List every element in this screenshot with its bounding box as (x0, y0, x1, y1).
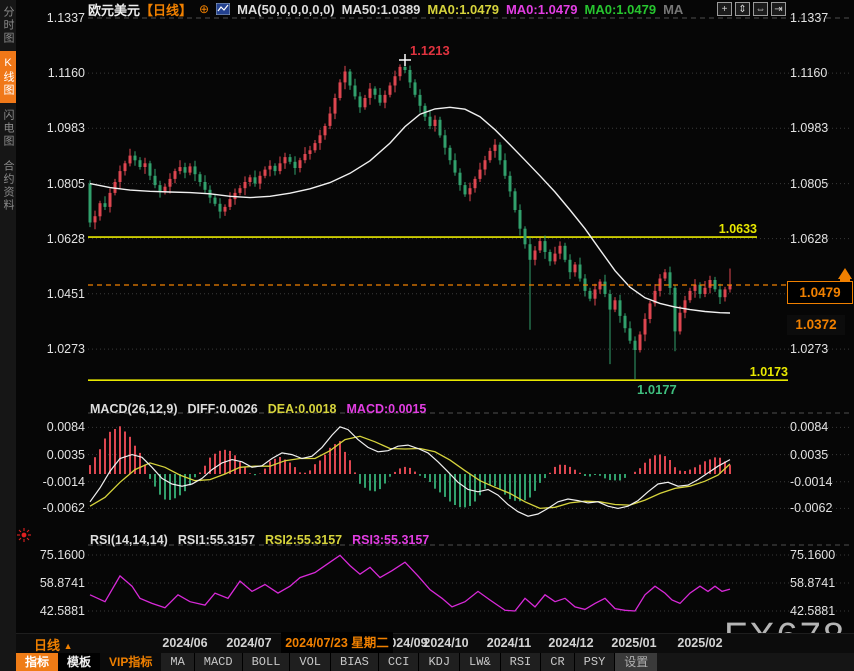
date-label: 2025/01 (611, 636, 656, 650)
ma0-value-magenta: MA0:1.0479 (506, 2, 578, 17)
axis-label: 58.8741 (22, 576, 85, 590)
level-label: 1.0173 (725, 365, 788, 379)
low-price-annotation: 1.0177 (637, 382, 677, 397)
axis-label: 75.1600 (790, 548, 852, 562)
toolbar-tab-RSI[interactable]: RSI (501, 653, 542, 671)
chart-view-controls: +⇕⇔⇥ (717, 2, 786, 16)
indicator-chart-icon[interactable] (216, 3, 230, 15)
sidebar: 分时图K线图闪电图合约资料 (0, 0, 16, 671)
axis-label: 1.0273 (22, 342, 85, 356)
axis-label: 1.0805 (790, 177, 852, 191)
macd-value: MACD:0.0015 (347, 402, 427, 416)
high-price-annotation: 1.1213 (410, 43, 450, 58)
move-chart-icon[interactable]: + (717, 2, 732, 16)
axis-label: 75.1600 (22, 548, 85, 562)
axis-label: 1.0983 (22, 121, 85, 135)
ma-placeholder: MA (663, 2, 683, 17)
bottom-toolbar: 指标模板VIP指标MAMACDBOLLVOLBIASCCIKDJLW&RSICR… (16, 653, 854, 671)
toolbar-tab-PSY[interactable]: PSY (575, 653, 616, 671)
axis-label: 1.1337 (22, 11, 85, 25)
ma0-value-green: MA0:1.0479 (585, 2, 657, 17)
axis-label: 1.0273 (790, 342, 852, 356)
date-label: 2024/06 (162, 636, 207, 650)
axis-label: 1.1337 (790, 11, 852, 25)
toolbar-tab-设置[interactable]: 设置 (615, 653, 657, 671)
toolbar-tab-BIAS[interactable]: BIAS (331, 653, 379, 671)
axis-label: 1.1160 (22, 66, 85, 80)
sidebar-tab-分时图[interactable]: 分时图 (0, 0, 16, 51)
toolbar-tab-模板[interactable]: 模板 (58, 653, 100, 671)
sidebar-tab-合约资料[interactable]: 合约资料 (0, 154, 16, 218)
axis-label: -0.0014 (22, 475, 85, 489)
rsi-header: RSI(14,14,14) RSI1:55.3157 RSI2:55.3157 … (90, 533, 429, 547)
macd-settings-label: MACD(26,12,9) (90, 402, 178, 416)
date-label: 2024/11 (487, 636, 532, 650)
level-label: 1.0633 (694, 222, 757, 236)
macd-dea-value: DEA:0.0018 (268, 402, 337, 416)
toolbar-tab-CCI[interactable]: CCI (379, 653, 420, 671)
scale-vertical-icon[interactable]: ⇕ (735, 2, 750, 16)
toolbar-tab-LW&[interactable]: LW& (460, 653, 501, 671)
xaxis-row: 日线 ▲ 2024/062024/072024/082024/092024/10… (16, 633, 854, 654)
sidebar-tab-闪电图[interactable]: 闪电图 (0, 103, 16, 154)
add-indicator-icon[interactable]: ⊕ (199, 2, 209, 16)
date-label: 2024/12 (548, 636, 593, 650)
date-label: 2025/02 (677, 636, 722, 650)
axis-label: 1.0451 (22, 287, 85, 301)
ma0-value-yellow: MA0:1.0479 (427, 2, 499, 17)
axis-label: 0.0084 (790, 420, 852, 434)
ma-settings-label: MA(50,0,0,0,0,0) (237, 2, 335, 17)
axis-label: 1.0983 (790, 121, 852, 135)
axis-label: 42.5881 (22, 604, 85, 618)
price-tag-box: 1.0372 (787, 315, 845, 335)
axis-label: -0.0062 (22, 501, 85, 515)
rsi-settings-label: RSI(14,14,14) (90, 533, 168, 547)
rsi1-value: RSI1:55.3157 (178, 533, 255, 547)
period-tag: 【日线】 (140, 3, 192, 18)
toolbar-tab-MA[interactable]: MA (161, 653, 194, 671)
axis-label: 1.0805 (22, 177, 85, 191)
chart-header: 欧元美元【日线】 ⊕ MA(50,0,0,0,0,0) MA50:1.0389 … (88, 0, 683, 18)
toolbar-tab-BOLL[interactable]: BOLL (243, 653, 291, 671)
toolbar-tab-VOL[interactable]: VOL (290, 653, 331, 671)
chevron-up-icon: ▲ (64, 641, 73, 651)
axis-label: 1.0628 (790, 232, 852, 246)
toolbar-tab-KDJ[interactable]: KDJ (419, 653, 460, 671)
macd-header: MACD(26,12,9) DIFF:0.0026 DEA:0.0018 MAC… (90, 402, 426, 416)
toolbar-tab-MACD[interactable]: MACD (195, 653, 243, 671)
shift-right-icon[interactable]: ⇥ (771, 2, 786, 16)
axis-label: 0.0035 (22, 448, 85, 462)
axis-label: 0.0084 (22, 420, 85, 434)
macd-diff-value: DIFF:0.0026 (188, 402, 258, 416)
date-label: 2024/10 (423, 636, 468, 650)
sidebar-tab-K线图[interactable]: K线图 (0, 51, 16, 103)
axis-label: 58.8741 (790, 576, 852, 590)
axis-label: 1.1160 (790, 66, 852, 80)
rsi2-value: RSI2:55.3157 (265, 533, 342, 547)
toolbar-tab-VIP指标[interactable]: VIP指标 (100, 653, 161, 671)
axis-label: 0.0035 (790, 448, 852, 462)
toolbar-tab-指标[interactable]: 指标 (16, 653, 58, 671)
current-price-box: 1.0479 (787, 281, 853, 304)
axis-label: -0.0014 (790, 475, 852, 489)
toolbar-tab-CR[interactable]: CR (541, 653, 574, 671)
symbol-name: 欧元美元【日线】 (88, 0, 192, 19)
axis-label: 1.0628 (22, 232, 85, 246)
ma50-value: MA50:1.0389 (342, 2, 421, 17)
date-label: 2024/07 (226, 636, 271, 650)
alert-icon[interactable] (16, 527, 32, 543)
chart-canvas[interactable] (0, 0, 854, 671)
rsi3-value: RSI3:55.3157 (352, 533, 429, 547)
axis-label: -0.0062 (790, 501, 852, 515)
crosshair-date-readout: 2024/07/23 星期二 (281, 632, 393, 654)
period-selector[interactable]: 日线 ▲ (34, 635, 73, 654)
trading-app: 分时图K线图闪电图合约资料 欧元美元【日线】 ⊕ MA(50,0,0,0,0,0… (0, 0, 854, 671)
scale-horizontal-icon[interactable]: ⇔ (753, 2, 768, 16)
